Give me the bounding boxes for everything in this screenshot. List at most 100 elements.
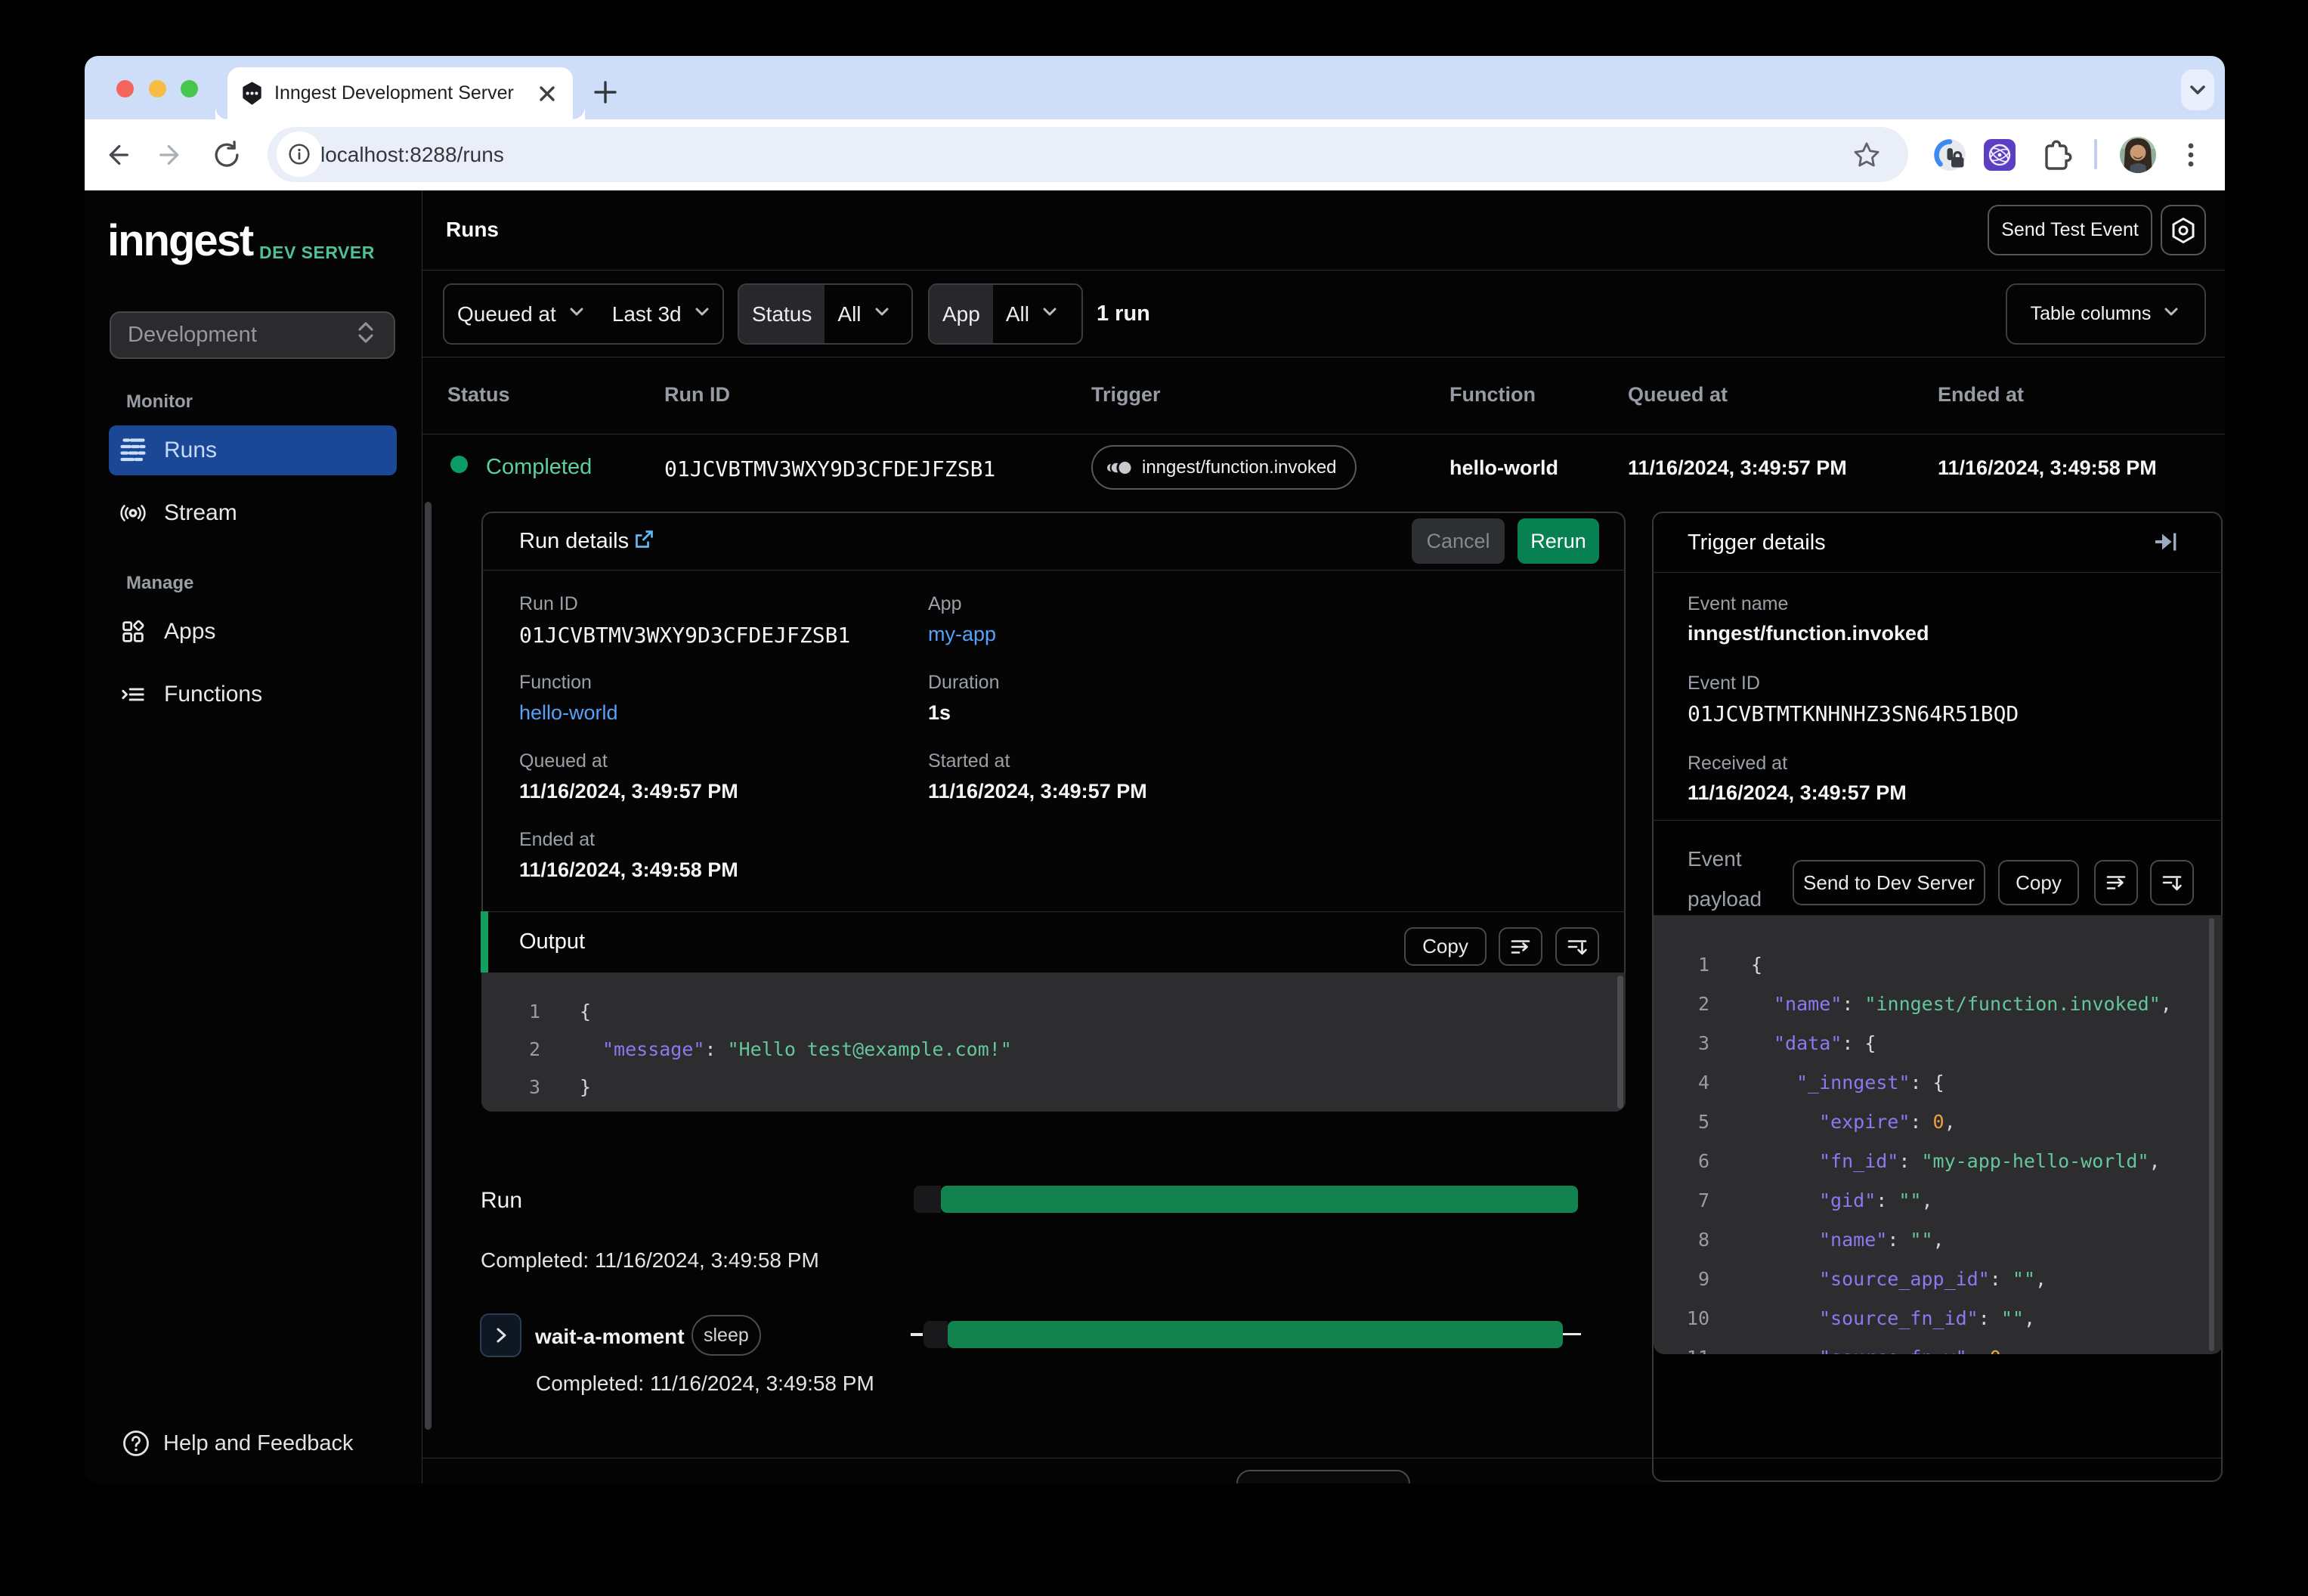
sidebar-item-label: Stream [164, 500, 237, 525]
app-value: All [1005, 302, 1029, 326]
app-filter[interactable]: App All [928, 283, 1083, 345]
copy-label: Copy [1422, 935, 1468, 957]
screenshot-stage: Inngest Development Server localhost:828… [0, 0, 2308, 1596]
column-header-run-id[interactable]: Run ID [664, 383, 730, 407]
column-header-queued-at[interactable]: Queued at [1628, 383, 1728, 407]
time-range-dropdown[interactable]: Last 3d [599, 285, 722, 343]
code-line: 2 "message": "Hello test@example.com!" [528, 1038, 1012, 1060]
column-header-trigger[interactable]: Trigger [1091, 383, 1161, 407]
extensions-puzzle-icon[interactable] [2028, 128, 2083, 182]
clipped-footer-pill[interactable] [1236, 1470, 1410, 1483]
run-details-header-divider [481, 570, 1626, 571]
trigger-details-title: Trigger details [1688, 530, 1826, 555]
new-tab-button[interactable] [592, 79, 618, 105]
send-to-dev-server-button[interactable]: Send to Dev Server [1793, 860, 1985, 905]
app-filter-label: App [930, 285, 993, 343]
trigger-payload-divider [1652, 820, 2223, 821]
collapse-panel-icon[interactable] [2155, 531, 2177, 556]
code-line: 8 "name": "", [1697, 1229, 1944, 1251]
traffic-light-close[interactable] [116, 80, 134, 97]
status-label: Status [752, 302, 812, 326]
step-bar-start-tick [911, 1333, 923, 1336]
browser-menu-kebab-icon[interactable] [2164, 128, 2218, 182]
code-line: 9 "source_app_id": "", [1697, 1268, 2047, 1290]
output-expand-icon-button[interactable] [1555, 927, 1599, 966]
step-expand-button[interactable] [480, 1313, 521, 1357]
chevron-down-icon [872, 302, 892, 326]
password-manager-icon[interactable] [1923, 128, 1977, 182]
app-link[interactable]: my-app [928, 623, 996, 646]
sidebar-item-runs[interactable]: Runs [109, 425, 397, 475]
code-line: 10 "source_fn_id": "", [1686, 1307, 2035, 1329]
traffic-light-minimize[interactable] [149, 80, 166, 97]
code-line: 7 "gid": "", [1697, 1189, 1933, 1211]
settings-button[interactable] [2161, 205, 2206, 255]
browser-toolbar: localhost:8288/runs [85, 119, 2225, 190]
environment-select[interactable]: Development [110, 311, 395, 359]
send-test-event-label: Send Test Event [2001, 219, 2139, 240]
step-bar[interactable] [948, 1321, 1563, 1348]
avatar[interactable] [2111, 128, 2165, 182]
browser-window: Inngest Development Server localhost:828… [85, 56, 2225, 1483]
url-bar[interactable]: localhost:8288/runs [268, 127, 1908, 182]
code-line: 6 "fn_id": "my-app-hello-world", [1697, 1150, 2161, 1172]
app-label: App [942, 302, 980, 326]
main-scrollbar[interactable] [425, 502, 432, 1430]
reload-icon[interactable] [200, 128, 254, 182]
extension-globe-icon[interactable] [1972, 128, 2027, 182]
tab-favicon-inngest [240, 81, 265, 110]
chevron-down-icon [692, 302, 712, 326]
payload-expand-icon-button[interactable] [2150, 860, 2194, 905]
sidebar-item-apps[interactable]: Apps [109, 607, 397, 657]
browser-tab[interactable]: Inngest Development Server [227, 67, 585, 119]
rerun-label: Rerun [1530, 529, 1586, 552]
sidebar-item-label: Functions [164, 682, 263, 707]
functions-icon [120, 681, 146, 708]
send-test-event-button[interactable]: Send Test Event [1988, 205, 2152, 255]
status-filter-value[interactable]: All [825, 285, 904, 343]
started-at-value: 11/16/2024, 3:49:57 PM [928, 780, 1147, 803]
time-field-dropdown[interactable]: Queued at [444, 285, 599, 343]
tab-close-icon[interactable] [534, 80, 561, 107]
cancel-button[interactable]: Cancel [1412, 518, 1505, 564]
event-payload-label-1: Event [1688, 847, 1742, 871]
external-link-icon[interactable] [635, 530, 654, 554]
column-header-status[interactable]: Status [447, 383, 510, 407]
sidebar-item-stream[interactable]: Stream [109, 488, 397, 538]
step-bar-queue [924, 1321, 948, 1348]
sidebar-item-functions[interactable]: Functions [109, 670, 397, 719]
function-link[interactable]: hello-world [519, 701, 618, 725]
app-filter-value[interactable]: All [993, 285, 1072, 343]
payload-wrap-icon-button[interactable] [2094, 860, 2138, 905]
column-header-function[interactable]: Function [1449, 383, 1536, 407]
help-and-feedback[interactable]: Help and Feedback [121, 1428, 354, 1458]
column-header-ended-at[interactable]: Ended at [1938, 383, 2024, 407]
output-scrollbar[interactable] [1617, 976, 1623, 1109]
timeline-run-bar[interactable] [941, 1186, 1578, 1213]
code-line: 4 "_inngest": { [1697, 1072, 1944, 1093]
payload-scrollbar[interactable] [2209, 918, 2214, 1351]
time-filter[interactable]: Queued at Last 3d [443, 283, 724, 345]
queued-at-value: 11/16/2024, 3:49:57 PM [519, 780, 738, 803]
back-icon[interactable] [88, 128, 143, 182]
timeline-run-bar-queue [914, 1186, 941, 1213]
status-filter[interactable]: Status All [738, 283, 913, 345]
payload-copy-button[interactable]: Copy [1998, 860, 2079, 905]
site-info-icon[interactable] [277, 131, 322, 177]
bookmark-star-icon[interactable] [1852, 141, 1881, 173]
ended-at-value: 11/16/2024, 3:49:58 PM [519, 858, 738, 881]
rerun-button[interactable]: Rerun [1518, 518, 1599, 564]
forward-icon[interactable] [145, 128, 200, 182]
unfold-chevrons-icon [354, 318, 377, 353]
table-columns-button[interactable]: Table columns [2006, 283, 2206, 345]
trigger-header-divider [1652, 572, 2223, 573]
sidebar-section-manage: Manage [126, 573, 194, 593]
code-line: 3} [528, 1076, 592, 1098]
output-copy-button[interactable]: Copy [1404, 927, 1487, 966]
traffic-light-zoom[interactable] [181, 80, 198, 97]
trigger-pill[interactable]: inngest/function.invoked [1091, 445, 1357, 490]
step-kind-pill: sleep [691, 1315, 761, 1356]
output-wrap-icon-button[interactable] [1499, 927, 1542, 966]
tab-strip-chevron-button[interactable] [2181, 70, 2214, 110]
ended-at-label: Ended at [519, 829, 596, 850]
